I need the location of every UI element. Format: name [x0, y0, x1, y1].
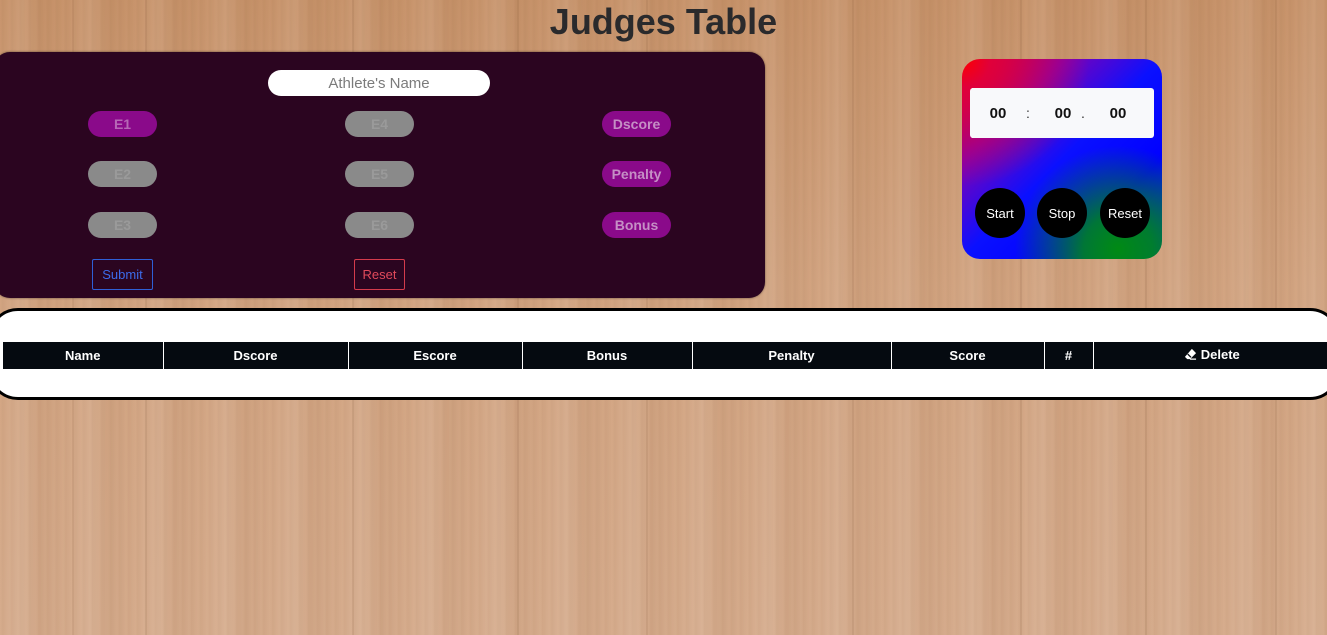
- e1-score-button[interactable]: E1: [88, 111, 157, 137]
- stopwatch: 00 : 00 . 00 Start Stop Reset: [962, 59, 1162, 259]
- timer-start-button[interactable]: Start: [975, 188, 1025, 238]
- bonus-button[interactable]: Bonus: [602, 212, 671, 238]
- page-title: Judges Table: [549, 1, 778, 42]
- e6-score-button[interactable]: E6: [345, 212, 414, 238]
- column-header-delete: Delete: [1093, 342, 1327, 369]
- penalty-button[interactable]: Penalty: [602, 161, 671, 187]
- submit-button[interactable]: Submit: [92, 259, 153, 290]
- timer-display: 00 : 00 . 00: [970, 88, 1154, 138]
- column-header-dscore: Dscore: [163, 342, 349, 369]
- column-header-score: Score: [891, 342, 1045, 369]
- e2-score-button[interactable]: E2: [88, 161, 157, 187]
- dscore-button[interactable]: Dscore: [602, 111, 671, 137]
- e4-score-button[interactable]: E4: [345, 111, 414, 137]
- column-header-rank: #: [1044, 342, 1094, 369]
- timer-stop-button[interactable]: Stop: [1037, 188, 1087, 238]
- e3-score-button[interactable]: E3: [88, 212, 157, 238]
- timer-separator: .: [1081, 105, 1085, 121]
- column-header-escore: Escore: [348, 342, 523, 369]
- table-header-row: Name Dscore Escore Bonus Penalty Score #…: [3, 342, 1327, 369]
- reset-scores-button[interactable]: Reset: [354, 259, 405, 290]
- athlete-name-input[interactable]: [268, 70, 490, 96]
- column-header-penalty: Penalty: [692, 342, 892, 369]
- results-table: Name Dscore Escore Bonus Penalty Score #…: [3, 342, 1327, 369]
- timer-centiseconds: 00: [1092, 88, 1144, 138]
- column-header-name: Name: [3, 342, 164, 369]
- column-header-bonus: Bonus: [522, 342, 693, 369]
- timer-separator: :: [1026, 105, 1030, 121]
- results-table-container: Name Dscore Escore Bonus Penalty Score #…: [0, 308, 1327, 400]
- e5-score-button[interactable]: E5: [345, 161, 414, 187]
- judges-panel: E1 E2 E3 E4 E5 E6 Dscore Penalty Bonus S…: [0, 52, 765, 298]
- delete-column-label: Delete: [1200, 347, 1240, 362]
- timer-minutes: 00: [972, 88, 1024, 138]
- timer-reset-button[interactable]: Reset: [1100, 188, 1150, 238]
- eraser-icon: [1184, 348, 1197, 364]
